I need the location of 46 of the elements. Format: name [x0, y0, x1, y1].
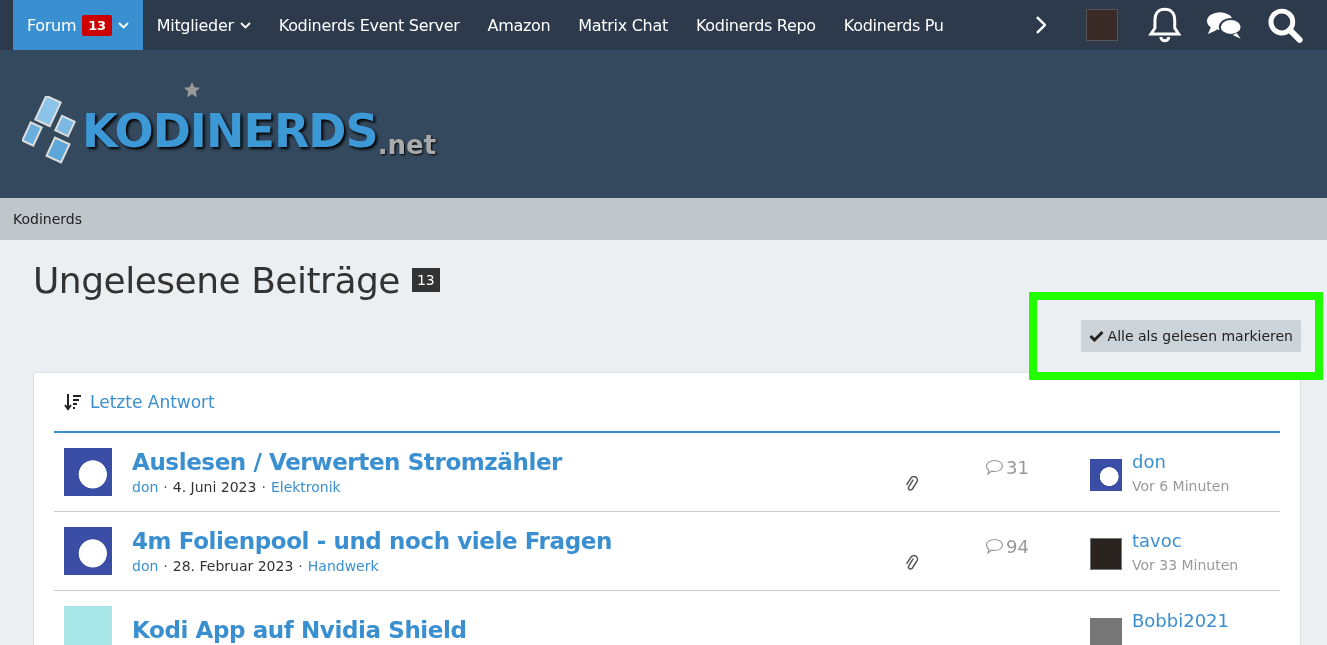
checkmark-icon — [1088, 330, 1104, 342]
count-badge: 13 — [411, 268, 440, 292]
nav-item[interactable]: Mitglieder — [142, 0, 265, 50]
author-link[interactable]: don — [132, 479, 159, 495]
sort-icon[interactable] — [64, 393, 82, 411]
page-title: Ungelesene Beiträge — [33, 259, 400, 301]
reply-count: 31 — [1006, 456, 1029, 478]
nav-item[interactable]: Kodinerds Pu — [829, 0, 958, 50]
nav-item[interactable]: Amazon — [473, 0, 565, 50]
thread-title-link[interactable]: 4m Folienpool - und noch viele Fragen — [132, 528, 905, 554]
reply-count: 94 — [1006, 535, 1029, 557]
chat-bubbles-icon[interactable] — [1205, 9, 1244, 41]
thread-title-link[interactable]: Auslesen / Verwerten Stromzähler — [132, 449, 905, 475]
user-avatar[interactable] — [64, 448, 112, 496]
thread-date: 4. Juni 2023 — [172, 479, 257, 495]
breadcrumb-link[interactable]: Kodinerds — [13, 211, 82, 227]
separator-dot: · — [261, 479, 266, 495]
search-icon[interactable] — [1267, 7, 1303, 43]
last-poster-link[interactable]: don — [1132, 450, 1166, 472]
last-poster-link[interactable]: Bobbi2021 — [1132, 610, 1230, 631]
user-avatar[interactable] — [1090, 458, 1122, 491]
category-link[interactable]: Elektronik — [270, 479, 341, 495]
user-avatar[interactable] — [64, 527, 112, 575]
speech-bubble-icon — [985, 458, 1004, 476]
chevron-right-icon[interactable] — [1034, 15, 1047, 35]
separator-dot: · — [298, 558, 303, 574]
thread-date: 28. Februar 2023 — [172, 558, 294, 574]
thread-title-link[interactable]: Kodi App auf Nvidia Shield — [132, 617, 905, 643]
last-post-time: Vor 33 Minuten — [1132, 556, 1239, 573]
speech-bubble-icon — [985, 537, 1004, 555]
user-avatar[interactable] — [1090, 537, 1122, 570]
unread-badge: 13 — [82, 14, 112, 36]
last-poster-link[interactable]: tavoc — [1132, 529, 1182, 551]
sort-link[interactable]: Letzte Antwort — [90, 392, 215, 412]
separator-dot: · — [163, 479, 168, 495]
last-post-time: Vor 6 Minuten — [1132, 477, 1230, 494]
nav-item[interactable]: Forum 13 — [13, 0, 143, 50]
bell-icon[interactable] — [1148, 6, 1182, 44]
mark-all-read-button[interactable]: Alle als gelesen markieren — [1080, 320, 1301, 352]
category-link[interactable]: Handwerk — [307, 558, 379, 574]
nav-item[interactable]: Kodinerds Event Server — [264, 0, 474, 50]
nav-item[interactable]: Matrix Chat — [564, 0, 682, 50]
nav-item[interactable]: Kodinerds Repo — [681, 0, 830, 50]
star-icon — [184, 82, 200, 98]
author-link[interactable]: don — [132, 558, 159, 574]
separator-dot: · — [163, 558, 168, 574]
